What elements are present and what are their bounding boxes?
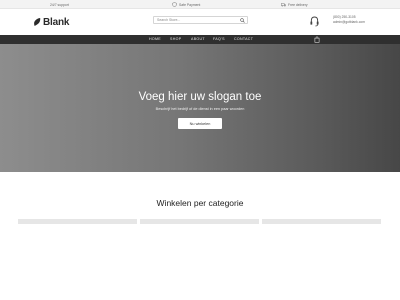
nav-item-contact[interactable]: CONTACT	[234, 35, 253, 44]
site-logo[interactable]: Blank	[33, 15, 69, 29]
payment-info: Safe Payment	[172, 1, 200, 8]
nav-item-home[interactable]: HOME	[149, 35, 161, 44]
delivery-info: Free delivery	[281, 1, 308, 8]
leaf-logo-icon	[34, 18, 41, 26]
shopping-bag-icon[interactable]	[314, 36, 320, 43]
main-nav: HOME SHOP ABOUT FAQ'S CONTACT	[0, 35, 400, 44]
contact-info: (800) 250-3105 admin@gotblank.com	[333, 15, 365, 24]
category-card[interactable]	[262, 219, 381, 224]
support-text: 24/7 support	[50, 2, 69, 7]
shield-icon	[172, 2, 177, 7]
category-card[interactable]	[18, 219, 137, 224]
payment-text: Safe Payment	[179, 2, 201, 7]
hero-subtitle: Beschrijf het bedrijf of de dienst in ee…	[155, 107, 245, 111]
email-address[interactable]: admin@gotblank.com	[333, 20, 365, 24]
support-info: 24/7 support	[50, 1, 69, 8]
top-info-bar: 24/7 support Safe Payment Free delivery	[0, 0, 400, 9]
truck-icon	[281, 3, 286, 7]
nav-item-shop[interactable]: SHOP	[170, 35, 181, 44]
hero-banner: Voeg hier uw slogan toe Beschrijf het be…	[0, 44, 400, 172]
category-card[interactable]	[140, 219, 259, 224]
shop-now-button[interactable]: Nu winkelen	[178, 118, 222, 129]
hero-title: Voeg hier uw slogan toe	[138, 91, 262, 103]
categories-title: Winkelen per categorie	[156, 198, 244, 208]
logo-text: Blank	[43, 16, 70, 28]
delivery-text: Free delivery	[288, 2, 308, 7]
phone-number[interactable]: (800) 250-3105	[333, 15, 365, 19]
site-header: Blank Search Store... (800) 250-3105 adm…	[0, 9, 400, 35]
headset-icon	[310, 16, 319, 27]
search-input[interactable]: Search Store...	[154, 18, 240, 22]
nav-item-about[interactable]: ABOUT	[191, 35, 205, 44]
nav-item-faqs[interactable]: FAQ'S	[213, 35, 225, 44]
search-box[interactable]: Search Store...	[153, 16, 248, 24]
search-icon[interactable]	[240, 17, 245, 23]
